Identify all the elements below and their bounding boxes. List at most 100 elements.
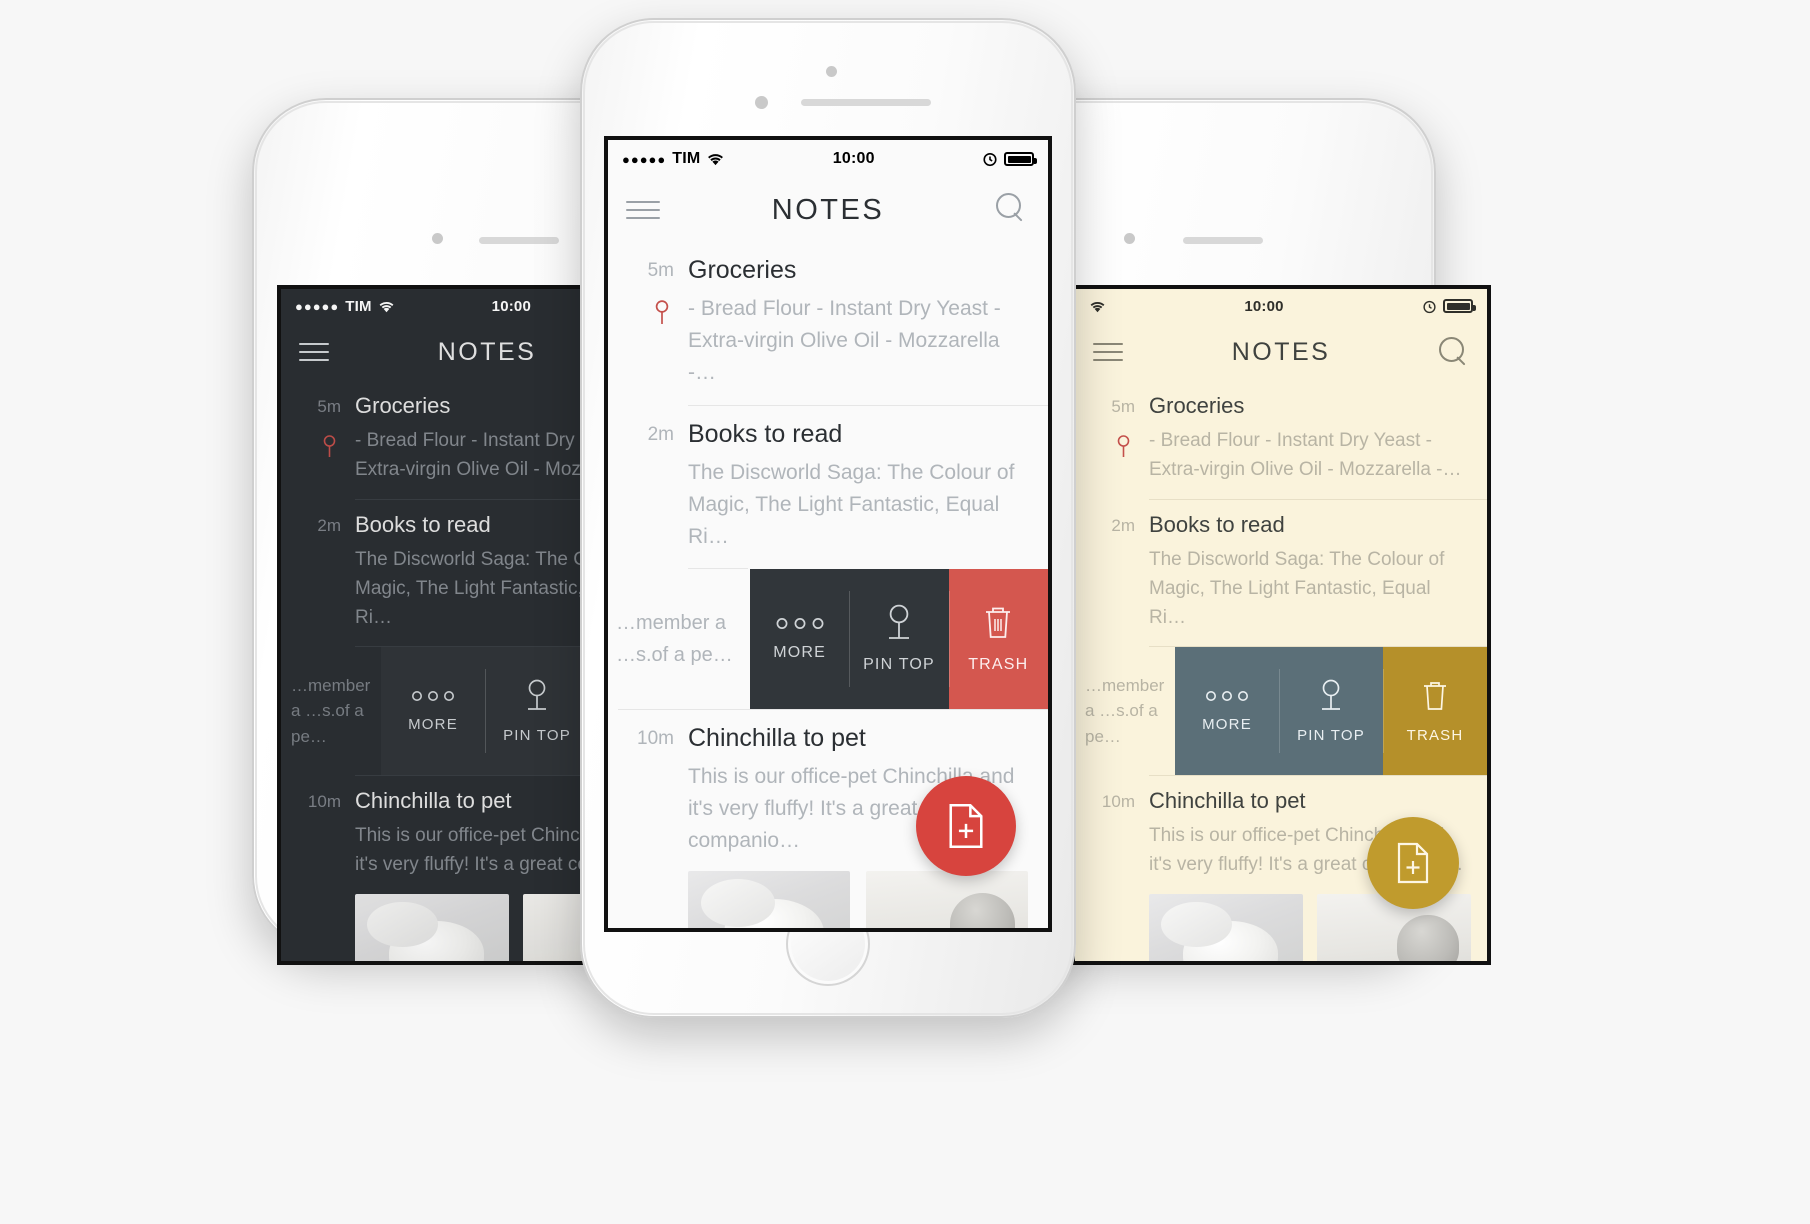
phone-center-light: ●●●●● TIM 10:00 NOTES 5m Groceries - Bre… xyxy=(580,18,1076,1018)
chinchilla-white-photo[interactable] xyxy=(688,871,850,928)
swipe-action-bar: MORE PIN TOP xyxy=(750,569,1048,710)
status-left: ●●●●● TIM xyxy=(295,298,395,315)
front-camera-icon xyxy=(1124,233,1135,244)
earpiece-speaker xyxy=(801,99,931,106)
proximity-sensor-icon xyxy=(755,96,768,109)
more-button[interactable]: MORE xyxy=(381,647,485,776)
battery-full-icon xyxy=(1443,299,1476,313)
note-time: 2m xyxy=(317,515,341,535)
clock-label: 10:00 xyxy=(1244,297,1284,315)
note-time: 10m xyxy=(637,728,674,750)
note-gutter: 5m xyxy=(1083,393,1149,485)
note-title: Books to read xyxy=(688,419,843,448)
carrier-label: TIM xyxy=(672,150,701,167)
trash-button[interactable]: TRASH xyxy=(1383,647,1487,776)
pin-top-label: PIN TOP xyxy=(503,726,571,744)
pin-top-button[interactable]: PIN TOP xyxy=(849,569,949,710)
note-attachments xyxy=(688,871,1030,928)
more-dots-icon xyxy=(1206,690,1248,701)
new-note-icon xyxy=(1397,842,1429,884)
search-icon[interactable] xyxy=(996,193,1030,227)
nav-bar: NOTES xyxy=(1075,323,1487,381)
swipe-action-bar: MORE PIN TOP xyxy=(1175,647,1487,776)
trash-label: TRASH xyxy=(968,656,1029,674)
trash-can-icon xyxy=(986,608,1011,639)
hamburger-menu-icon[interactable] xyxy=(626,201,660,219)
new-note-fab[interactable] xyxy=(1367,817,1459,909)
note-snippet: The Discworld Saga: The Colour of Magic,… xyxy=(688,460,1015,548)
note-title: Chinchilla to pet xyxy=(1149,788,1306,814)
more-button[interactable]: MORE xyxy=(750,569,850,710)
screen-center: ●●●●● TIM 10:00 NOTES 5m Groceries - Bre… xyxy=(604,136,1052,932)
alarm-clock-icon xyxy=(983,152,997,167)
pin-icon xyxy=(616,300,674,326)
status-left xyxy=(1089,300,1106,313)
earpiece-speaker xyxy=(1183,237,1263,244)
list-item-swiped[interactable]: …member a …s.of a pe… MORE xyxy=(1075,647,1487,776)
signal-strength-icon: ●●●●● xyxy=(622,151,667,167)
screen-right: 10:00 NOTES 5m Groceries - Bread Flour -… xyxy=(1071,285,1491,965)
carrier-label: TIM xyxy=(345,297,372,315)
more-label: MORE xyxy=(773,643,827,661)
chinchilla-grey-photo[interactable] xyxy=(866,871,1028,928)
list-item[interactable]: 2m Books to read The Discworld Saga: The… xyxy=(1075,500,1487,647)
chinchilla-white-photo[interactable] xyxy=(355,894,509,961)
note-gutter: 5m xyxy=(616,256,688,389)
pin-top-label: PIN TOP xyxy=(863,656,935,674)
note-snippet: - Bread Flour - Instant Dry Yeast - Extr… xyxy=(1149,430,1462,480)
pin-top-button[interactable]: PIN TOP xyxy=(1279,647,1383,776)
status-left: ●●●●● TIM xyxy=(622,150,725,168)
more-label: MORE xyxy=(1202,715,1252,733)
note-gutter: 10m xyxy=(289,788,355,961)
note-title: Chinchilla to pet xyxy=(688,724,866,753)
note-body: Groceries - Bread Flour - Instant Dry Ye… xyxy=(688,256,1030,389)
clock-label: 10:00 xyxy=(832,150,875,167)
note-body: Books to read The Discworld Saga: The Co… xyxy=(688,420,1030,553)
note-gutter: 2m xyxy=(289,512,355,633)
pin-icon xyxy=(1322,679,1340,710)
list-item[interactable]: 2m Books to read The Discworld Saga: The… xyxy=(608,406,1048,569)
front-camera-icon xyxy=(826,66,837,77)
list-item-swiped[interactable]: …member a …s.of a pe… MORE xyxy=(608,569,1048,710)
list-item[interactable]: 5m Groceries - Bread Flour - Instant Dry… xyxy=(1075,381,1487,499)
note-gutter: 5m xyxy=(289,393,355,485)
note-title: Groceries xyxy=(1149,393,1245,418)
note-time: 5m xyxy=(1111,397,1135,416)
note-time: 10m xyxy=(307,792,341,812)
phone-mockup-stage: ●●●●● TIM 10:00 NOTES 5m Groceries - Bre… xyxy=(0,0,1810,1224)
page-title: NOTES xyxy=(1231,337,1331,366)
new-note-fab[interactable] xyxy=(916,776,1016,876)
earpiece-speaker xyxy=(479,237,559,244)
hamburger-menu-icon[interactable] xyxy=(1093,343,1123,361)
note-gutter: 2m xyxy=(1083,512,1149,633)
page-title: NOTES xyxy=(771,193,885,226)
search-icon[interactable] xyxy=(1439,337,1469,367)
status-right xyxy=(982,151,1037,167)
note-time: 5m xyxy=(317,397,341,416)
note-snippet: The Discworld Saga: The Colour of Magic,… xyxy=(1149,548,1445,628)
note-title: Books to read xyxy=(1149,511,1285,537)
more-button[interactable]: MORE xyxy=(1175,647,1279,776)
note-time: 10m xyxy=(1101,792,1135,812)
alarm-clock-icon xyxy=(1423,300,1436,313)
note-snippet: …member a …s.of a pe… xyxy=(1085,675,1165,747)
more-label: MORE xyxy=(408,715,458,733)
note-time: 5m xyxy=(647,260,674,281)
trash-can-icon xyxy=(1424,682,1446,710)
hamburger-menu-icon[interactable] xyxy=(299,343,329,361)
note-gutter: 10m xyxy=(1083,788,1149,961)
list-item[interactable]: 5m Groceries - Bread Flour - Instant Dry… xyxy=(608,242,1048,405)
trash-button[interactable]: TRASH xyxy=(948,569,1048,710)
note-time: 2m xyxy=(1111,515,1135,535)
pin-icon xyxy=(289,435,341,459)
pin-top-button[interactable]: PIN TOP xyxy=(485,647,589,776)
front-camera-icon xyxy=(432,233,443,244)
note-time: 2m xyxy=(647,423,674,445)
more-dots-icon xyxy=(776,617,824,629)
pin-icon xyxy=(888,605,909,640)
nav-bar: NOTES xyxy=(608,178,1048,242)
note-gutter: 10m xyxy=(616,724,688,928)
wifi-icon xyxy=(379,301,394,312)
chinchilla-white-photo[interactable] xyxy=(1149,894,1303,961)
pin-top-label: PIN TOP xyxy=(1297,726,1365,744)
